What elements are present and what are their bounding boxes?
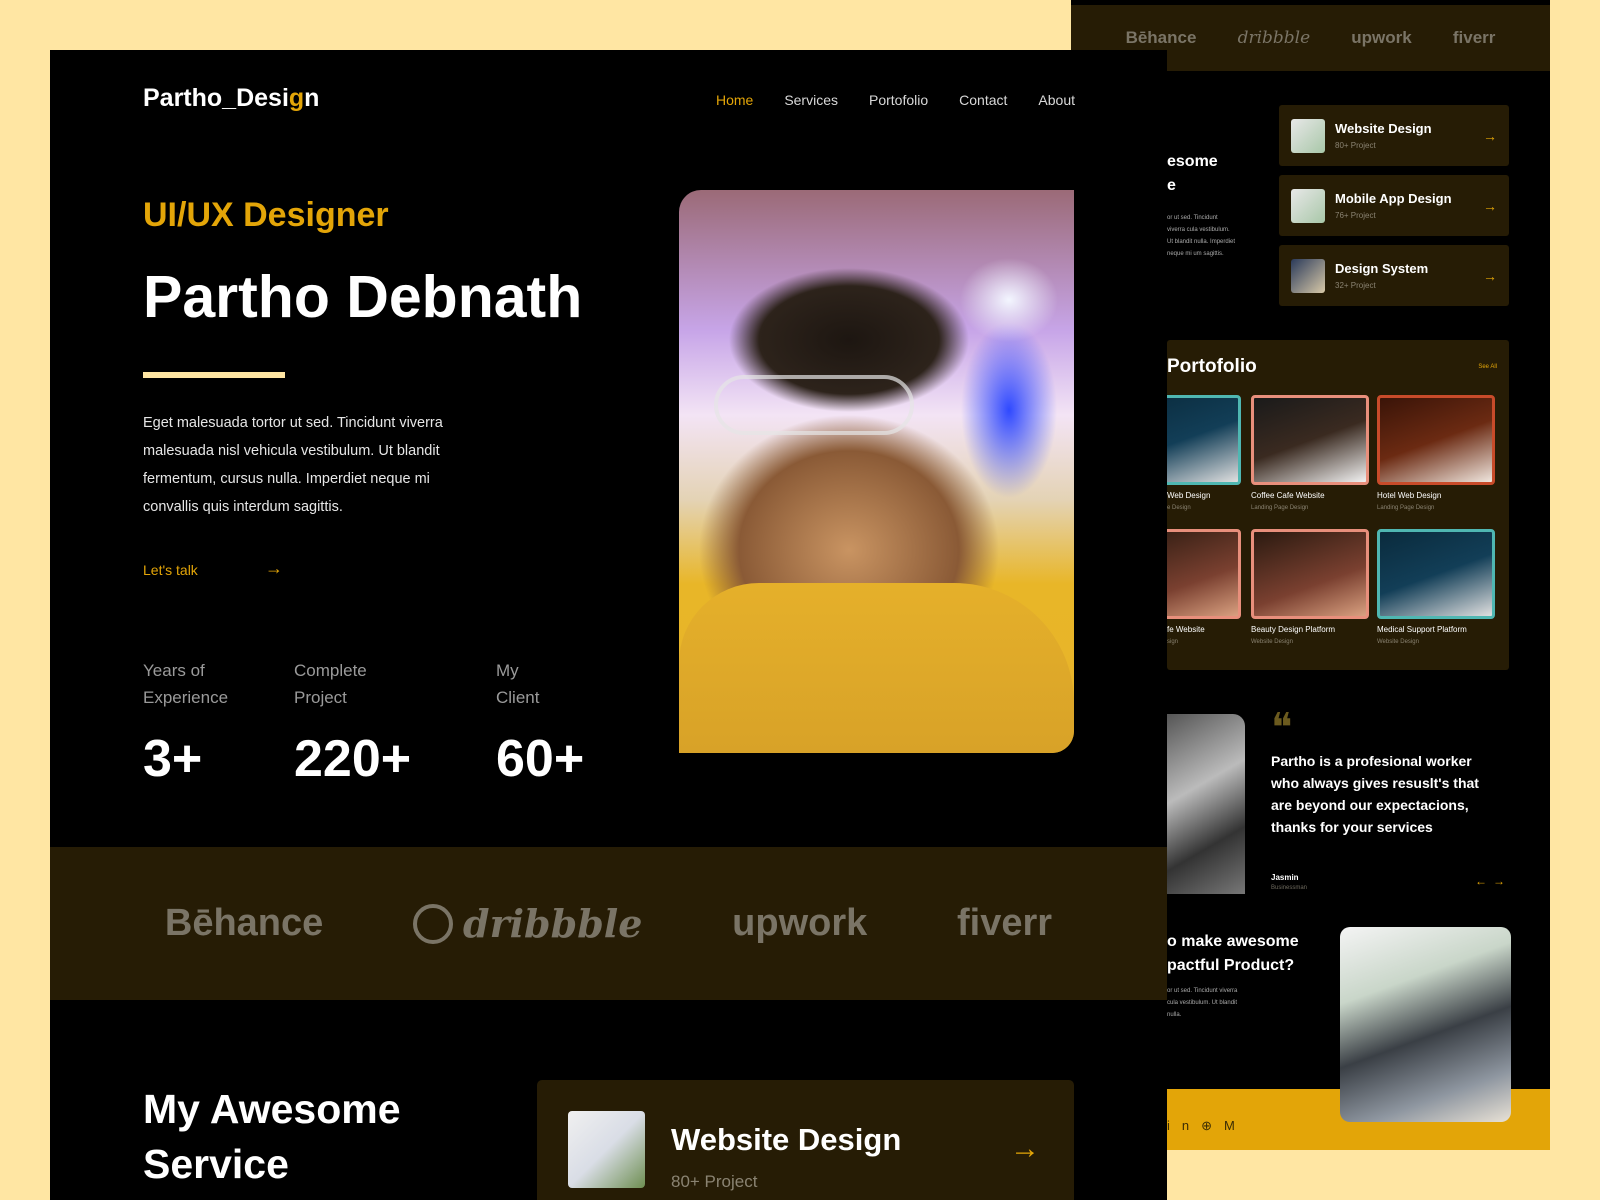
portfolio-item-type: Landing Page Design bbox=[1251, 505, 1309, 511]
stat-label: My Client bbox=[496, 661, 540, 707]
portfolio-thumbnail bbox=[1377, 529, 1495, 619]
portfolio-item-name: Coffee Cafe Website bbox=[1251, 491, 1325, 500]
arrow-left-icon[interactable]: ← bbox=[1475, 874, 1493, 888]
stat-value: 220+ bbox=[294, 730, 412, 788]
see-all-link[interactable]: See All bbox=[1478, 364, 1497, 370]
platform-logos-band: Bēhance dribbble upwork fiverr bbox=[50, 847, 1167, 1000]
main-nav: Home Services Portofolio Contact About bbox=[716, 92, 1075, 108]
behance-logo[interactable]: Bēhance bbox=[1126, 28, 1197, 48]
hero-description: Eget malesuada tortor ut sed. Tincidunt … bbox=[143, 415, 443, 515]
hero-role: UI/UX Designer bbox=[143, 196, 389, 234]
service-count: 80+ Project bbox=[1335, 141, 1376, 150]
stat-experience: Years of Experience 3+ bbox=[143, 657, 263, 789]
gmail-icon[interactable]: M bbox=[1224, 1118, 1247, 1133]
service-card-mobile[interactable]: Mobile App Design 76+ Project → bbox=[1279, 175, 1509, 236]
portfolio-title: Portofolio bbox=[1167, 356, 1257, 377]
cta-para-fragment: or ut sed. Tincidunt viverra cula vestib… bbox=[1167, 988, 1238, 1018]
portfolio-item[interactable]: Medical Support Platform Website Design bbox=[1377, 529, 1495, 645]
portfolio-thumbnail bbox=[1377, 395, 1495, 485]
portfolio-item[interactable]: Hotel Web Design Landing Page Design bbox=[1377, 395, 1495, 511]
dribbble-logo[interactable]: dribbble bbox=[413, 901, 642, 946]
service-title: Mobile App Design bbox=[1335, 191, 1452, 206]
portfolio-item-name: Medical Support Platform bbox=[1377, 625, 1467, 634]
linkedin-icon[interactable]: in bbox=[1167, 1118, 1201, 1133]
dribbble-logo[interactable]: dribbble bbox=[1238, 28, 1311, 48]
brand-logo[interactable]: Partho_Design bbox=[143, 84, 319, 113]
arrow-right-icon[interactable]: → bbox=[1493, 874, 1511, 888]
testimonial-author: Jasmin bbox=[1271, 873, 1299, 882]
service-thumbnail bbox=[1291, 118, 1325, 153]
service-title: Website Design bbox=[671, 1122, 902, 1157]
stat-label: Years of Experience bbox=[143, 661, 229, 707]
stat-value: 60+ bbox=[496, 730, 585, 788]
dribbble-wordmark: dribbble bbox=[463, 901, 643, 946]
nav-contact[interactable]: Contact bbox=[959, 92, 1007, 108]
arrow-right-icon[interactable]: → bbox=[265, 558, 283, 579]
portfolio-panel: Portofolio See All Web Design e Design C… bbox=[1123, 340, 1509, 670]
brand-name: Partho_Desi bbox=[143, 84, 289, 112]
portfolio-item-type: Website Design bbox=[1251, 639, 1293, 645]
service-title: Design System bbox=[1335, 261, 1429, 276]
nav-portfolio[interactable]: Portofolio bbox=[869, 92, 928, 108]
dribbble-ball-icon bbox=[413, 903, 454, 944]
main-page-mockup: Partho_Design Home Services Portofolio C… bbox=[50, 50, 1167, 1200]
arrow-right-icon[interactable]: → bbox=[1483, 198, 1497, 214]
hero-name: Partho Debnath bbox=[143, 264, 583, 330]
profile-photo bbox=[679, 190, 1074, 753]
portfolio-item-type: Website Design bbox=[1377, 639, 1419, 645]
stat-clients: My Client 60+ bbox=[496, 657, 584, 789]
portfolio-item-name: Beauty Design Platform bbox=[1251, 625, 1336, 634]
service-para-fragment: or ut sed. Tincidunt viverra cula vestib… bbox=[1167, 215, 1236, 257]
behance-logo[interactable]: Bēhance bbox=[165, 902, 323, 945]
cta-heading-fragment: o make awesome pactful Product? bbox=[1167, 933, 1299, 974]
service-card-design-system[interactable]: Design System 32+ Project → bbox=[1279, 245, 1509, 306]
fiverr-logo[interactable]: fiverr bbox=[1453, 28, 1496, 48]
service-card-website[interactable]: Website Design 80+ Project → bbox=[1279, 105, 1509, 166]
dribbble-icon[interactable]: ⊕ bbox=[1201, 1118, 1224, 1133]
quote-icon: ❝ bbox=[1271, 705, 1293, 751]
photo-glasses bbox=[714, 375, 914, 435]
service-count: 32+ Project bbox=[1335, 281, 1376, 290]
portfolio-item-type: Landing Page Design bbox=[1377, 505, 1435, 511]
service-thumbnail bbox=[568, 1111, 645, 1188]
brand-name-end: n bbox=[304, 84, 320, 112]
upwork-logo[interactable]: upwork bbox=[1351, 28, 1411, 48]
service-count: 80+ Project bbox=[671, 1172, 758, 1191]
testimonial-photo bbox=[1167, 714, 1245, 894]
testimonial-quote: Partho is a profesional worker who alway… bbox=[1271, 753, 1479, 835]
cta-photo bbox=[1340, 927, 1511, 1122]
arrow-right-icon[interactable]: → bbox=[1010, 1132, 1040, 1166]
testimonial-nav: ←→ bbox=[1475, 874, 1511, 888]
service-count: 76+ Project bbox=[1335, 211, 1376, 220]
featured-service-card[interactable]: Website Design 80+ Project → bbox=[537, 1080, 1074, 1200]
portfolio-item[interactable]: Coffee Cafe Website Landing Page Design bbox=[1251, 395, 1369, 511]
stat-label: Complete Project bbox=[294, 661, 367, 707]
arrow-right-icon[interactable]: → bbox=[1483, 128, 1497, 144]
portfolio-item-name: Hotel Web Design bbox=[1377, 491, 1442, 500]
nav-services[interactable]: Services bbox=[784, 92, 838, 108]
portfolio-thumbnail bbox=[1251, 395, 1369, 485]
hero-divider bbox=[143, 372, 285, 378]
stat-projects: Complete Project 220+ bbox=[294, 657, 414, 789]
service-title: Website Design bbox=[1335, 121, 1432, 136]
photo-shirt bbox=[679, 583, 1074, 753]
service-heading-fragment: esome e bbox=[1167, 153, 1218, 194]
stat-value: 3+ bbox=[143, 730, 203, 788]
lets-talk-link[interactable]: Let's talk bbox=[143, 562, 198, 578]
service-thumbnail bbox=[1291, 188, 1325, 223]
service-thumbnail bbox=[1291, 258, 1325, 293]
brand-accent-letter: g bbox=[288, 84, 305, 112]
nav-about[interactable]: About bbox=[1038, 92, 1075, 108]
testimonial-author-role: Businessman bbox=[1271, 885, 1308, 891]
portfolio-item[interactable]: Beauty Design Platform Website Design bbox=[1251, 529, 1369, 645]
services-heading: My Awesome Service bbox=[143, 1086, 401, 1187]
portfolio-thumbnail bbox=[1251, 529, 1369, 619]
arrow-right-icon[interactable]: → bbox=[1483, 268, 1497, 284]
upwork-logo[interactable]: upwork bbox=[732, 902, 867, 945]
nav-home[interactable]: Home bbox=[716, 92, 753, 108]
fiverr-logo[interactable]: fiverr bbox=[957, 902, 1052, 945]
social-icons: in⊕M bbox=[1167, 1118, 1247, 1134]
